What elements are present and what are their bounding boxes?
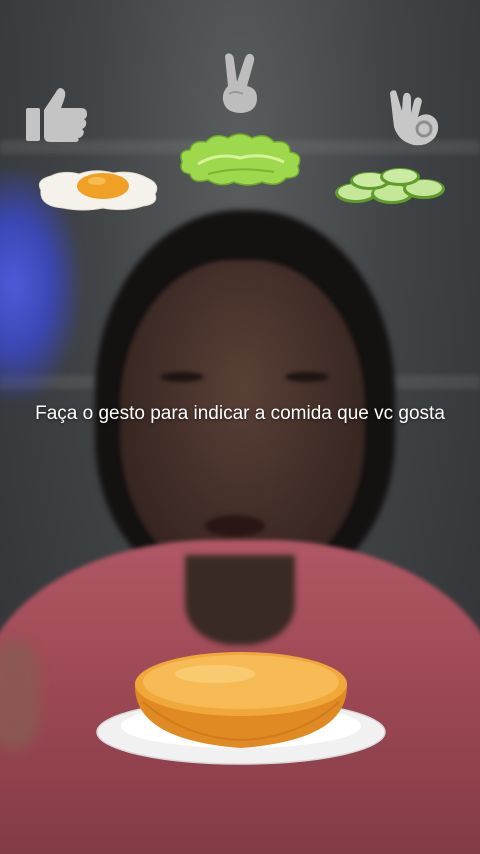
thumbs-up-icon [26, 86, 88, 142]
person-neck [185, 555, 295, 645]
person-hand [0, 640, 40, 750]
ok-hand-icon [386, 89, 440, 147]
plate-with-bun [95, 646, 387, 775]
cucumber-slices-icon [334, 167, 446, 210]
peace-sign-icon [219, 52, 261, 114]
person-mouth [205, 515, 265, 537]
person-eye-right [285, 372, 329, 382]
instruction-caption: Faça o gesto para indicar a comida que v… [35, 403, 445, 424]
fried-egg-icon [33, 168, 161, 217]
lettuce-icon [178, 132, 304, 193]
person-eye-left [160, 372, 204, 382]
